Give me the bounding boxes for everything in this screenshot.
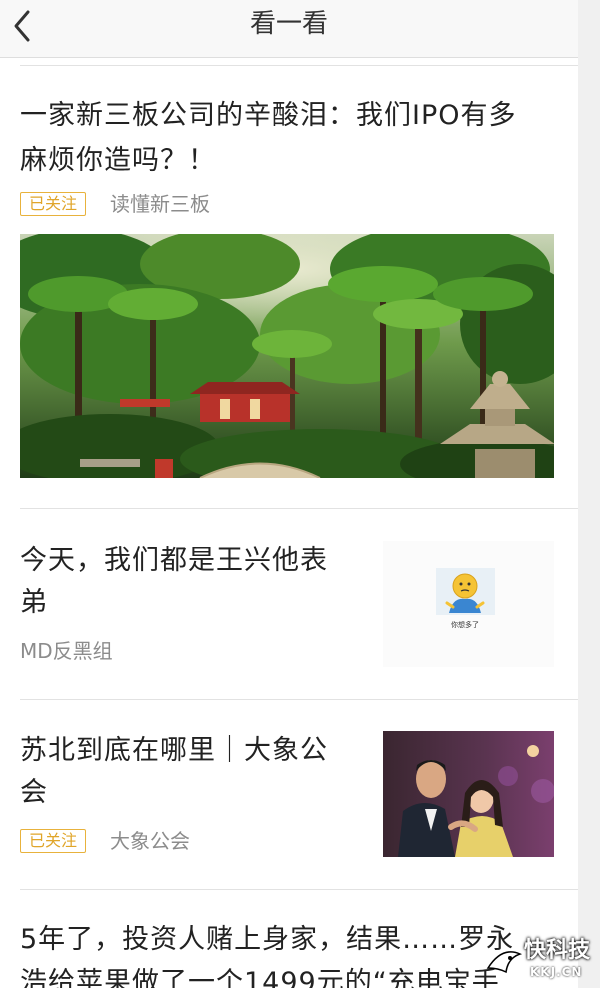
divider bbox=[20, 65, 578, 66]
watermark-logo: 快科技 KKJ.CN bbox=[484, 938, 594, 982]
article-source[interactable]: 读懂新三板 bbox=[110, 191, 210, 217]
article-title-line1[interactable]: 一家新三板公司的辛酸泪：我们IPO有多 bbox=[20, 93, 517, 138]
article-thumbnail[interactable] bbox=[383, 731, 554, 857]
article-title-line1[interactable]: 苏北到底在哪里｜大象公 bbox=[20, 728, 328, 773]
article-image[interactable] bbox=[20, 234, 554, 478]
followed-badge: 已关注 bbox=[20, 829, 87, 853]
app-screen: 看一看 一家新三板公司的辛酸泪：我们IPO有多 麻烦你造吗？！ 已关注 读懂新三… bbox=[0, 0, 600, 988]
thumbnail-caption: 你想多了 bbox=[451, 620, 479, 629]
article-thumbnail[interactable]: 你想多了 bbox=[383, 541, 554, 667]
article-title-line2[interactable]: 会 bbox=[20, 770, 48, 815]
scroll-gutter bbox=[578, 0, 600, 988]
watermark-text: 快科技 bbox=[524, 938, 591, 963]
divider bbox=[20, 699, 578, 700]
article-source[interactable]: MD反黑组 bbox=[20, 638, 113, 664]
article-title-line2[interactable]: 麻烦你造吗？！ bbox=[20, 138, 216, 183]
followed-badge: 已关注 bbox=[20, 192, 87, 216]
article-title-line1[interactable]: 今天，我们都是王兴他表 bbox=[20, 538, 328, 583]
article-title-line2[interactable]: 弟 bbox=[20, 580, 48, 625]
watermark-subtext: KKJ.CN bbox=[530, 965, 583, 979]
article-title-line1[interactable]: 5年了，投资人赌上身家，结果……罗永 bbox=[20, 917, 514, 962]
page-title: 看一看 bbox=[249, 9, 328, 39]
article-source[interactable]: 大象公会 bbox=[110, 828, 190, 854]
divider bbox=[20, 508, 578, 509]
divider bbox=[20, 889, 578, 890]
kkj-logo-icon bbox=[486, 951, 523, 974]
nav-bar: 看一看 bbox=[0, 0, 578, 58]
article-title-line2[interactable]: 浩给苹果做了一个1499元的“充电宝手 bbox=[20, 960, 500, 988]
